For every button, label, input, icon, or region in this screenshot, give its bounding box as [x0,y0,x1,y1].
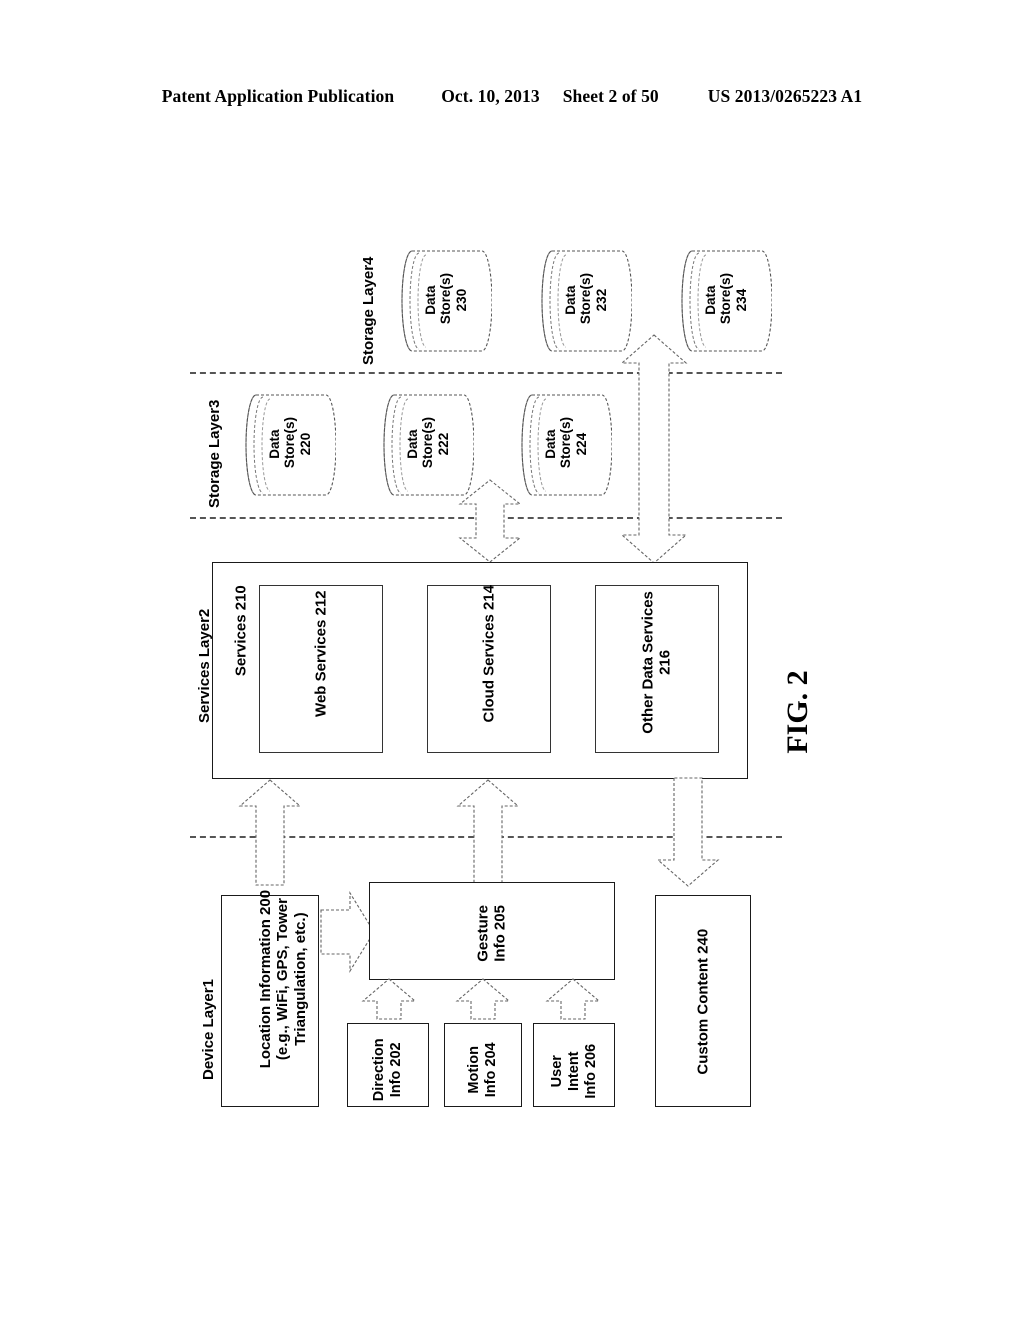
layer-label-storage3: Storage Layer3 [206,399,223,508]
arrow-direction-to-gesture [358,978,420,1020]
data-store-220-label: Data Store(s) 220 [266,417,313,469]
data-store-222-label: Data Store(s) 222 [404,417,451,469]
arrow-services-to-storage3 [450,478,530,564]
layer-label-storage4: Storage Layer4 [360,256,377,365]
arrow-location-to-services [232,779,308,887]
data-store-234-label: Data Store(s) 234 [702,273,749,325]
data-store-232-label: Data Store(s) 232 [562,273,609,325]
arrow-motion-to-gesture [452,978,514,1020]
service-box-cloud-services-214 [427,585,551,753]
arrow-gesture-to-services [450,779,526,887]
data-store-230: Data Store(s) 230 [394,249,492,353]
layer-label-device1: Device Layer1 [200,979,217,1080]
arrow-user-intent-to-gesture [542,978,604,1020]
data-store-220: Data Store(s) 220 [238,393,336,497]
figure-2-diagram: Storage Layer4 Storage Layer3 Services L… [0,0,1024,1320]
arrow-services-to-storage4 [612,333,696,565]
direction-info-202-box [347,1023,429,1107]
arrow-services-to-custom-content [650,777,726,888]
figure-caption: FIG. 2 [781,670,814,754]
gesture-info-205-box [369,882,615,980]
data-store-230-label: Data Store(s) 230 [422,273,469,325]
service-box-web-services-212 [259,585,383,753]
data-store-224-label: Data Store(s) 224 [542,417,589,469]
user-intent-info-206-box [533,1023,615,1107]
motion-info-204-box [444,1023,522,1107]
service-box-other-data-services-216 [595,585,719,753]
custom-content-240-box [655,895,751,1107]
arrow-location-to-gesture [320,884,376,980]
location-information-200-box [221,895,319,1107]
layer-label-services2: Services Layer2 [196,608,213,723]
